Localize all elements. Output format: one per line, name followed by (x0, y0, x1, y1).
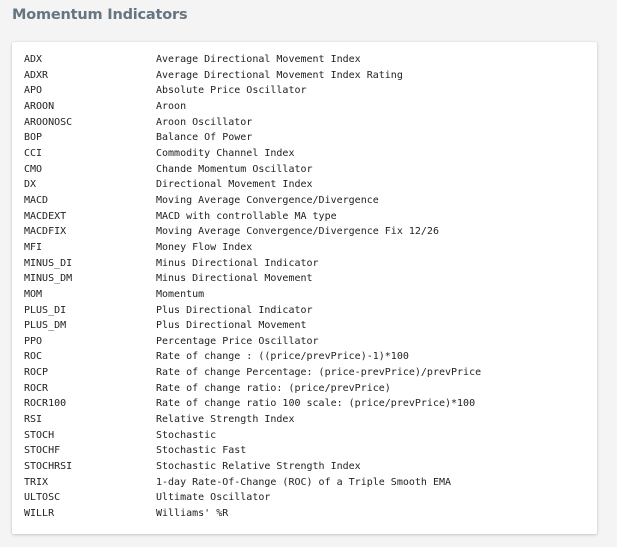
indicator-abbr: MACDEXT (24, 210, 67, 222)
list-item: CCI Commodity Channel Index (24, 146, 481, 162)
indicator-abbr: AROON (24, 100, 55, 112)
list-item: MINUS_DM Minus Directional Movement (24, 271, 481, 287)
indicator-abbr: ROCP (24, 367, 49, 379)
indicator-abbr: TRIX (24, 476, 49, 488)
indicator-abbr: MINUS_DM (24, 273, 73, 285)
indicator-name: Plus Directional Indicator (156, 304, 313, 316)
list-item: ROCR Rate of change ratio: (price/prevPri… (24, 381, 481, 397)
list-item: STOCHRSI Stochastic Relative Strength Ind… (24, 459, 481, 475)
indicator-abbr: RSI (24, 414, 43, 426)
list-item: MACDEXT MACD with controllable MA type (24, 209, 481, 225)
indicator-name: Chande Momentum Oscillator (156, 163, 313, 175)
list-item: PPO Percentage Price Oscillator (24, 334, 481, 350)
indicator-name: Rate of change : ((price/prevPrice)-1)*1… (156, 351, 409, 363)
indicator-name: Average Directional Movement Index Ratin… (156, 69, 403, 81)
indicator-name: Williams' %R (156, 508, 229, 520)
indicator-list: ADX Average Directional Movement Index AD… (24, 52, 481, 522)
list-item: ULTOSC Ultimate Oscillator (24, 490, 481, 506)
indicator-abbr: CCI (24, 147, 43, 159)
indicator-abbr: MACD (24, 194, 49, 206)
indicator-name: Average Directional Movement Index (156, 54, 361, 65)
indicator-name: Stochastic Relative Strength Index (156, 461, 361, 473)
list-item: DX Directional Movement Index (24, 177, 481, 193)
list-item: MOM Momentum (24, 287, 481, 303)
list-item: RSI Relative Strength Index (24, 412, 481, 428)
indicator-name: Aroon Oscillator (156, 116, 253, 128)
indicator-name: Plus Directional Movement (156, 320, 307, 332)
indicator-name: Rate of change Percentage: (price-prevPr… (156, 367, 482, 379)
indicator-abbr: DX (24, 179, 37, 191)
indicator-name: Moving Average Convergence/Divergence Fi… (156, 226, 439, 238)
indicator-code-block: ADX Average Directional Movement Index AD… (12, 42, 597, 534)
list-item: CMO Chande Momentum Oscillator (24, 162, 481, 178)
indicator-abbr: ADX (24, 54, 43, 65)
indicator-abbr: MFI (24, 241, 43, 253)
indicator-name: Rate of change ratio 100 scale: (price/p… (156, 398, 476, 410)
list-item: MACDFIX Moving Average Convergence/Diverg… (24, 224, 481, 240)
indicator-abbr: WILLR (24, 508, 55, 520)
indicator-abbr: ADXR (24, 69, 49, 81)
list-item: MFI Money Flow Index (24, 240, 481, 256)
list-item: MACD Moving Average Convergence/Divergenc… (24, 193, 481, 209)
indicator-name: 1-day Rate-Of-Change (ROC) of a Triple S… (156, 476, 452, 488)
indicator-abbr: APO (24, 85, 43, 97)
indicator-name: Balance Of Power (156, 132, 253, 144)
indicator-name: Minus Directional Indicator (156, 257, 319, 269)
list-item: STOCH Stochastic (24, 428, 481, 444)
indicator-name: Stochastic Fast (156, 445, 247, 457)
indicator-abbr: ROCR (24, 382, 49, 394)
list-item: TRIX 1-day Rate-Of-Change (ROC) of a Trip… (24, 475, 481, 491)
indicator-abbr: PLUS_DI (24, 304, 67, 316)
indicator-name: Percentage Price Oscillator (156, 335, 319, 347)
indicator-name: Minus Directional Movement (156, 273, 313, 285)
list-item: PLUS_DI Plus Directional Indicator (24, 303, 481, 319)
indicator-abbr: ROC (24, 351, 43, 363)
list-item: PLUS_DM Plus Directional Movement (24, 318, 481, 334)
indicator-name: MACD with controllable MA type (156, 210, 337, 222)
indicator-abbr: ROCR100 (24, 398, 67, 410)
indicator-abbr: MINUS_DI (24, 257, 73, 269)
indicator-abbr: BOP (24, 132, 43, 144)
indicator-name: Moving Average Convergence/Divergence (156, 194, 379, 206)
indicator-name: Commodity Channel Index (156, 147, 295, 159)
list-item: MINUS_DI Minus Directional Indicator (24, 256, 481, 272)
list-item: STOCHF Stochastic Fast (24, 443, 481, 459)
page-title: Momentum Indicators (12, 7, 188, 23)
list-item: ADXR Average Directional Movement Index R… (24, 68, 481, 84)
indicator-abbr: PLUS_DM (24, 320, 67, 332)
indicator-abbr: AROONOSC (24, 116, 73, 128)
indicator-name: Directional Movement Index (156, 179, 313, 191)
indicator-abbr: PPO (24, 335, 43, 347)
indicator-abbr: STOCHF (24, 445, 61, 457)
list-item: ADX Average Directional Movement Index (24, 52, 481, 68)
list-item: ROC Rate of change : ((price/prevPrice)-1… (24, 349, 481, 365)
list-item: AROON Aroon (24, 99, 481, 115)
list-item: BOP Balance Of Power (24, 130, 481, 146)
indicator-abbr: STOCH (24, 429, 55, 441)
indicator-abbr: MOM (24, 288, 43, 300)
indicator-abbr: STOCHRSI (24, 461, 73, 473)
list-item: WILLR Williams' %R (24, 506, 481, 522)
indicator-abbr: MACDFIX (24, 226, 67, 238)
indicator-name: Absolute Price Oscillator (156, 85, 307, 97)
indicator-name: Aroon (156, 100, 187, 112)
list-item: APO Absolute Price Oscillator (24, 83, 481, 99)
list-item: ROCP Rate of change Percentage: (price-pr… (24, 365, 481, 381)
indicator-abbr: ULTOSC (24, 492, 61, 504)
list-item: ROCR100 Rate of change ratio 100 scale: (… (24, 396, 481, 412)
indicator-name: Stochastic (156, 429, 217, 441)
indicator-name: Momentum (156, 288, 205, 300)
indicator-name: Money Flow Index (156, 241, 253, 253)
indicator-abbr: CMO (24, 163, 43, 175)
indicator-name: Rate of change ratio: (price/prevPrice) (156, 382, 391, 394)
indicator-name: Relative Strength Index (156, 414, 295, 426)
list-item: AROONOSC Aroon Oscillator (24, 115, 481, 131)
indicator-name: Ultimate Oscillator (156, 492, 271, 504)
